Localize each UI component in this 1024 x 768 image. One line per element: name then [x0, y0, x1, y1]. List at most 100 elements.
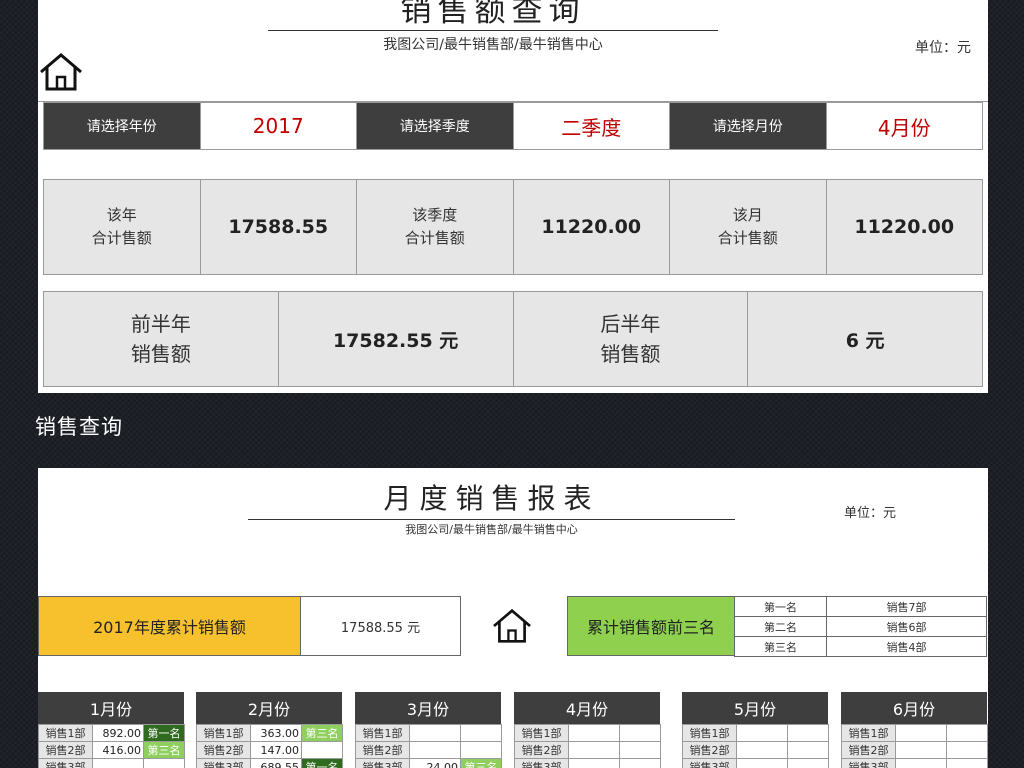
amount-cell: 689.55 [250, 758, 302, 768]
rank-cell: 第一名 [143, 724, 185, 742]
amount-cell [736, 758, 788, 768]
month-header: 6月份 [841, 692, 987, 724]
first-half-label-line2: 销售额 [130, 342, 191, 366]
month-header: 4月份 [514, 692, 660, 724]
page-subtitle: 我图公司/最牛销售部/最牛销售中心 [383, 37, 603, 53]
month-total-label: 该月 合计售额 [669, 179, 827, 275]
table-row: 销售2部 [514, 741, 661, 759]
rank-cell [946, 724, 988, 742]
dept-cell: 销售2部 [514, 741, 569, 759]
table-row: 销售2部 [841, 741, 988, 759]
report-unit-label: 单位：元 [844, 506, 897, 521]
amount-cell [568, 741, 620, 759]
dept-cell: 销售1部 [682, 724, 737, 742]
monthly-report-panel: 月度销售报表 我图公司/最牛销售部/最牛销售中心 单位：元 2017年度累计销售… [38, 468, 988, 768]
amount-cell [736, 724, 788, 742]
dept-cell: 销售2部 [682, 741, 737, 759]
dept-cell: 销售2部 [355, 741, 410, 759]
dept-cell: 销售2部 [841, 741, 896, 759]
amount-cell: 363.00 [250, 724, 302, 742]
year-total-label: 该年 合计售额 [43, 179, 201, 275]
amount-cell: 416.00 [92, 741, 144, 759]
table-row: 销售3部 [841, 758, 988, 768]
dept-cell: 销售1部 [38, 724, 93, 742]
amount-cell [895, 741, 947, 759]
dept-cell: 销售3部 [841, 758, 896, 768]
home-icon[interactable] [38, 52, 84, 92]
dept-cell: 销售3部 [682, 758, 737, 768]
table-row: 销售1部 [355, 724, 502, 742]
report-title: 月度销售报表 [383, 482, 600, 515]
top3-row: 第三名 销售4部 [734, 636, 987, 657]
first-half-label-line1: 前半年 [130, 312, 191, 336]
filter-row: 请选择年份 2017 请选择季度 二季度 请选择月份 4月份 [43, 102, 983, 150]
dept-cell: 销售1部 [196, 724, 251, 742]
amount-cell: 147.00 [250, 741, 302, 759]
rank-cell [301, 741, 343, 759]
quarter-total-value: 11220.00 [512, 179, 670, 275]
amount-cell [895, 758, 947, 768]
section-label: 销售查询 [35, 415, 123, 439]
table-row: 销售2部 [355, 741, 502, 759]
top3-rank: 第一名 [734, 596, 827, 617]
quarter-total-label-line2: 合计售额 [404, 229, 465, 247]
table-row: 销售1部 363.00 第三名 [196, 724, 343, 742]
second-half-label-line2: 销售额 [600, 342, 661, 366]
year-total-value: 17588.55 [199, 179, 357, 275]
rank-cell [946, 758, 988, 768]
month-selector-label: 请选择月份 [669, 102, 827, 150]
first-half-label: 前半年 销售额 [43, 291, 279, 387]
month-table: 销售1部 892.00 第一名 销售2部 416.00 第三名 销售3部 [38, 724, 185, 768]
second-half-value: 6 元 [747, 291, 983, 387]
month-header: 2月份 [196, 692, 342, 724]
table-row: 销售3部 [514, 758, 661, 768]
month-select[interactable]: 4月份 [825, 102, 983, 150]
amount-cell [736, 741, 788, 759]
top3-dept: 销售7部 [826, 596, 987, 617]
dept-cell: 销售3部 [355, 758, 410, 768]
home-icon[interactable] [491, 608, 533, 644]
quarter-select[interactable]: 二季度 [512, 102, 670, 150]
dept-cell: 销售2部 [38, 741, 93, 759]
month-block: 5月份 销售1部 销售2部 销售3部 [682, 692, 829, 768]
year-select[interactable]: 2017 [199, 102, 357, 150]
month-total-label-line2: 合计售额 [717, 229, 778, 247]
month-table: 销售1部 销售2部 销售3部 [682, 724, 829, 768]
month-table: 销售1部 363.00 第三名 销售2部 147.00 销售3部 689.55 第一名 [196, 724, 343, 768]
amount-cell [409, 724, 461, 742]
top3-dept: 销售4部 [826, 636, 987, 657]
sales-query-panel: 销售额查询 我图公司/最牛销售部/最牛销售中心 单位：元 请选择年份 2017 … [38, 0, 988, 393]
dept-cell: 销售3部 [196, 758, 251, 768]
rank-cell [787, 758, 829, 768]
month-total-label-line1: 该月 [732, 206, 763, 224]
rank-cell [619, 724, 661, 742]
month-table: 销售1部 销售2部 销售3部 [841, 724, 988, 768]
dept-cell: 销售3部 [514, 758, 569, 768]
dept-cell: 销售1部 [841, 724, 896, 742]
annual-total-label: 2017年度累计销售额 [38, 596, 301, 656]
table-row: 销售3部 [682, 758, 829, 768]
quarter-selector-label: 请选择季度 [356, 102, 514, 150]
rank-cell: 第一名 [301, 758, 343, 768]
amount-cell [568, 758, 620, 768]
table-row: 销售1部 [682, 724, 829, 742]
rank-cell [143, 758, 185, 768]
half-year-row: 前半年 销售额 17582.55 元 后半年 销售额 6 元 [43, 291, 983, 387]
top3-row: 第一名 销售7部 [734, 596, 987, 617]
month-total-value: 11220.00 [825, 179, 983, 275]
quarter-total-label: 该季度 合计售额 [356, 179, 514, 275]
rank-cell [460, 724, 502, 742]
year-total-label-line2: 合计售额 [91, 229, 152, 247]
month-block: 1月份 销售1部 892.00 第一名 销售2部 416.00 第三名 销售3部 [38, 692, 185, 768]
month-block: 6月份 销售1部 销售2部 销售3部 [841, 692, 988, 768]
amount-cell [92, 758, 144, 768]
month-table: 销售1部 销售2部 销售3部 24.00 第三名 [355, 724, 502, 768]
top3-row: 第二名 销售6部 [734, 616, 987, 637]
second-half-label-line1: 后半年 [600, 312, 661, 336]
year-selector-label: 请选择年份 [43, 102, 201, 150]
month-header: 3月份 [355, 692, 501, 724]
rank-cell: 第三名 [301, 724, 343, 742]
top3-rank: 第二名 [734, 616, 827, 637]
totals-row: 该年 合计售额 17588.55 该季度 合计售额 11220.00 该月 合计… [43, 179, 983, 275]
year-total-label-line1: 该年 [106, 206, 137, 224]
